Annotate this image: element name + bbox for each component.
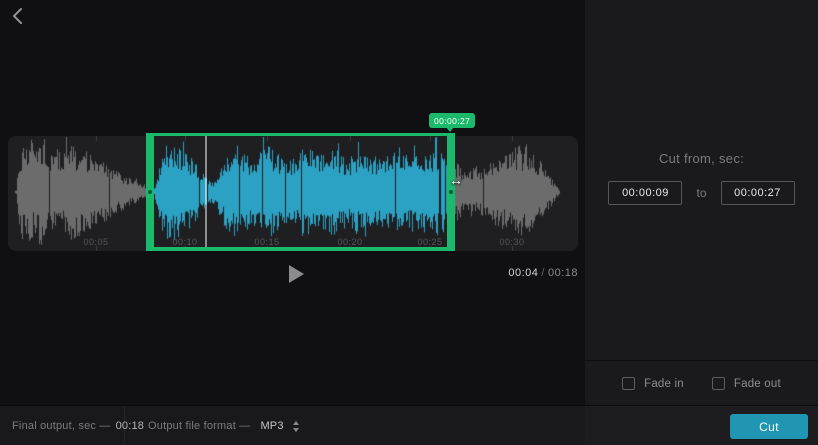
cut-button[interactable]: Cut (730, 414, 808, 439)
fade-in-checkbox[interactable] (622, 377, 635, 390)
total-time: 00:18 (548, 267, 578, 279)
selection-handle-left[interactable] (146, 133, 154, 251)
output-format-select[interactable]: Output file format — MP3 (148, 406, 299, 445)
resize-cursor-icon: ↔ (449, 172, 463, 188)
fade-out-checkbox[interactable] (712, 377, 725, 390)
cut-range-inputs: to (585, 181, 818, 205)
selection-handle-right[interactable] (447, 133, 455, 251)
time-tick-label: 00:30 (499, 237, 524, 247)
handle-grip-dot (148, 190, 152, 194)
cut-to-input[interactable] (721, 181, 795, 205)
format-stepper-icon[interactable] (293, 421, 299, 432)
output-format-label: Output file format — (148, 420, 250, 432)
play-icon (289, 265, 304, 283)
badge-pointer (446, 127, 454, 132)
cut-panel: Cut from, sec: to Fade in Fade out (585, 0, 818, 405)
playback-time: 00:04/00:18 (458, 267, 578, 279)
to-label: to (696, 186, 706, 200)
time-tick-label: 00:05 (83, 237, 108, 247)
cut-from-label: Cut from, sec: (585, 151, 818, 166)
handle-grip-dot (449, 190, 453, 194)
play-button[interactable] (280, 260, 308, 288)
selection-region[interactable] (146, 133, 455, 251)
audio-cutter-app: 00:05 00:10 00:15 00:20 00:25 00:30 00:0… (0, 0, 818, 445)
fade-out-label: Fade out (734, 378, 781, 390)
current-time: 00:04 (508, 267, 538, 279)
final-output-info: Final output, sec — 00:18 (12, 406, 144, 445)
time-separator: / (538, 267, 548, 279)
fade-in-label: Fade in (644, 378, 684, 390)
final-output-value: 00:18 (116, 420, 145, 432)
stepper-up-arrow (293, 421, 299, 425)
selection-time-badge: 00:00:27 (429, 113, 475, 128)
bottom-bar: Final output, sec — 00:18 Output file fo… (0, 405, 818, 445)
cut-from-input[interactable] (608, 181, 682, 205)
selection-time-badge-text: 00:00:27 (434, 116, 470, 126)
chevron-left-icon (12, 7, 24, 25)
stepper-down-arrow (293, 428, 299, 432)
fade-in-option[interactable]: Fade in (622, 377, 684, 390)
final-output-label: Final output, sec — (12, 420, 111, 432)
output-format-value: MP3 (260, 420, 283, 432)
fade-options: Fade in Fade out (585, 360, 818, 406)
back-button[interactable] (8, 6, 28, 26)
fade-out-option[interactable]: Fade out (712, 377, 781, 390)
